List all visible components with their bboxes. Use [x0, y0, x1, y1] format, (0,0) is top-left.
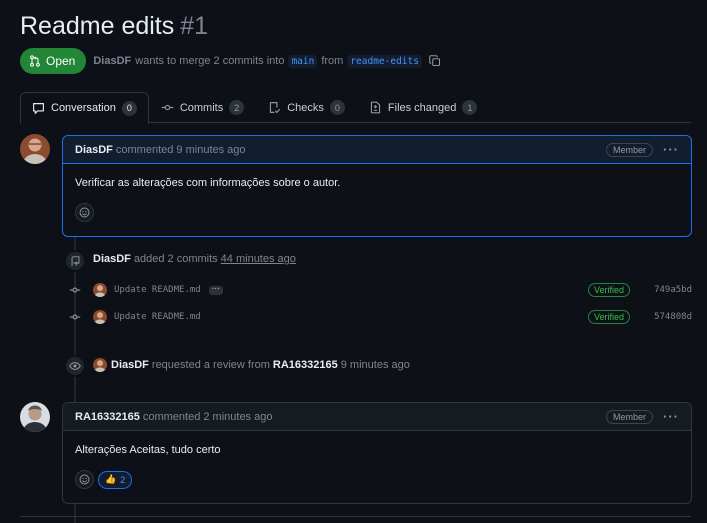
merge-text: wants to merge 2 commits into — [135, 55, 285, 67]
commit-node-icon — [68, 283, 82, 297]
comment-header: DiasDF commented 9 minutes ago Member ··… — [63, 136, 691, 164]
copy-icon[interactable] — [429, 55, 441, 67]
event-text: added 2 commits — [133, 253, 218, 265]
commit-row: Update README.md Verified 574808d — [68, 308, 692, 326]
tab-files-changed-count: 1 — [462, 100, 478, 115]
verified-badge[interactable]: Verified — [587, 283, 630, 297]
review-event-icon-badge — [64, 355, 86, 377]
avatar[interactable] — [20, 402, 50, 432]
event-time[interactable]: 44 minutes ago — [221, 253, 296, 265]
commits-event: DiasDF added 2 commits 44 minutes ago — [93, 252, 296, 266]
pr-number: #1 — [180, 12, 209, 40]
tab-commits-count: 2 — [229, 100, 245, 115]
pr-title: Readme edits #1 — [20, 12, 208, 41]
smiley-icon — [79, 207, 90, 218]
tab-checks-label: Checks — [287, 101, 324, 114]
tab-commits[interactable]: Commits 2 — [149, 92, 256, 123]
comment-author[interactable]: DiasDF — [75, 144, 113, 156]
avatar[interactable] — [20, 134, 50, 164]
event-author[interactable]: DiasDF — [111, 359, 149, 371]
thumbs-up-reaction[interactable]: 👍 2 — [98, 470, 133, 489]
pr-meta: Open DiasDF wants to merge 2 commits int… — [20, 48, 441, 74]
commit-message[interactable]: Update README.md — [114, 285, 201, 295]
reaction-count: 2 — [120, 474, 126, 485]
avatar[interactable] — [93, 358, 107, 372]
tab-conversation-count: 0 — [121, 100, 137, 116]
tab-files-changed[interactable]: Files changed 1 — [357, 92, 490, 123]
file-diff-icon — [370, 101, 381, 114]
commit-sha[interactable]: 749a5bd — [650, 285, 692, 295]
comment-timestamp[interactable]: commented 9 minutes ago — [116, 144, 246, 156]
commit-row: Update README.md ··· Verified 749a5bd — [68, 281, 692, 299]
kebab-menu-icon[interactable]: ··· — [663, 143, 679, 156]
divider — [20, 516, 691, 517]
member-badge: Member — [605, 409, 653, 424]
state-badge: Open — [20, 48, 87, 74]
add-reaction-button[interactable] — [75, 470, 94, 489]
tab-conversation-label: Conversation — [51, 102, 116, 114]
avatar[interactable] — [93, 310, 107, 324]
pr-title-text: Readme edits — [20, 12, 175, 40]
repo-push-icon — [71, 255, 79, 266]
avatar[interactable] — [93, 283, 107, 297]
tab-conversation[interactable]: Conversation 0 — [20, 92, 149, 124]
comment-author[interactable]: RA16332165 — [75, 411, 140, 423]
pull-request-icon — [30, 55, 40, 67]
comment-header: RA16332165 commented 2 minutes ago Membe… — [63, 403, 691, 431]
commit-message[interactable]: Update README.md — [114, 312, 201, 322]
tab-commits-label: Commits — [179, 101, 224, 114]
tab-checks-count: 0 — [329, 100, 345, 115]
review-request-event: DiasDF requested a review from RA1633216… — [93, 357, 413, 373]
add-reaction-button[interactable] — [75, 203, 94, 222]
comment-icon — [33, 102, 44, 114]
pr-author[interactable]: DiasDF — [93, 55, 131, 67]
tab-checks[interactable]: Checks 0 — [256, 92, 357, 123]
commit-node-icon — [68, 310, 82, 324]
thumbs-up-icon: 👍 — [105, 474, 117, 484]
comment-card: DiasDF commented 9 minutes ago Member ··… — [62, 135, 692, 237]
push-event-icon-badge — [64, 250, 86, 272]
from-text: from — [321, 55, 344, 67]
checklist-icon — [270, 102, 281, 114]
event-text: requested a review from — [151, 359, 270, 371]
event-author[interactable]: DiasDF — [93, 253, 131, 265]
head-branch[interactable]: readme-edits — [347, 54, 422, 68]
eye-icon — [69, 362, 81, 370]
comment-card: RA16332165 commented 2 minutes ago Membe… — [62, 402, 692, 504]
comment-body: Verificar as alterações com informações … — [75, 177, 341, 189]
verified-badge[interactable]: Verified — [587, 310, 630, 324]
comment-body: Alterações Aceitas, tudo certo — [75, 444, 221, 456]
commit-sha[interactable]: 574808d — [650, 312, 692, 322]
expand-commit-button[interactable]: ··· — [208, 284, 223, 295]
reviewer-name[interactable]: RA16332165 — [273, 359, 338, 371]
commit-icon — [161, 104, 174, 111]
kebab-menu-icon[interactable]: ··· — [663, 410, 679, 423]
pr-tabs: Conversation 0 Commits 2 Checks 0 Files … — [20, 92, 691, 124]
state-label: Open — [46, 54, 76, 68]
comment-timestamp[interactable]: commented 2 minutes ago — [143, 411, 273, 423]
smiley-icon — [79, 474, 90, 485]
base-branch[interactable]: main — [288, 54, 318, 68]
member-badge: Member — [605, 142, 653, 157]
tab-files-changed-label: Files changed — [387, 101, 457, 114]
event-time[interactable]: 9 minutes ago — [341, 359, 410, 371]
